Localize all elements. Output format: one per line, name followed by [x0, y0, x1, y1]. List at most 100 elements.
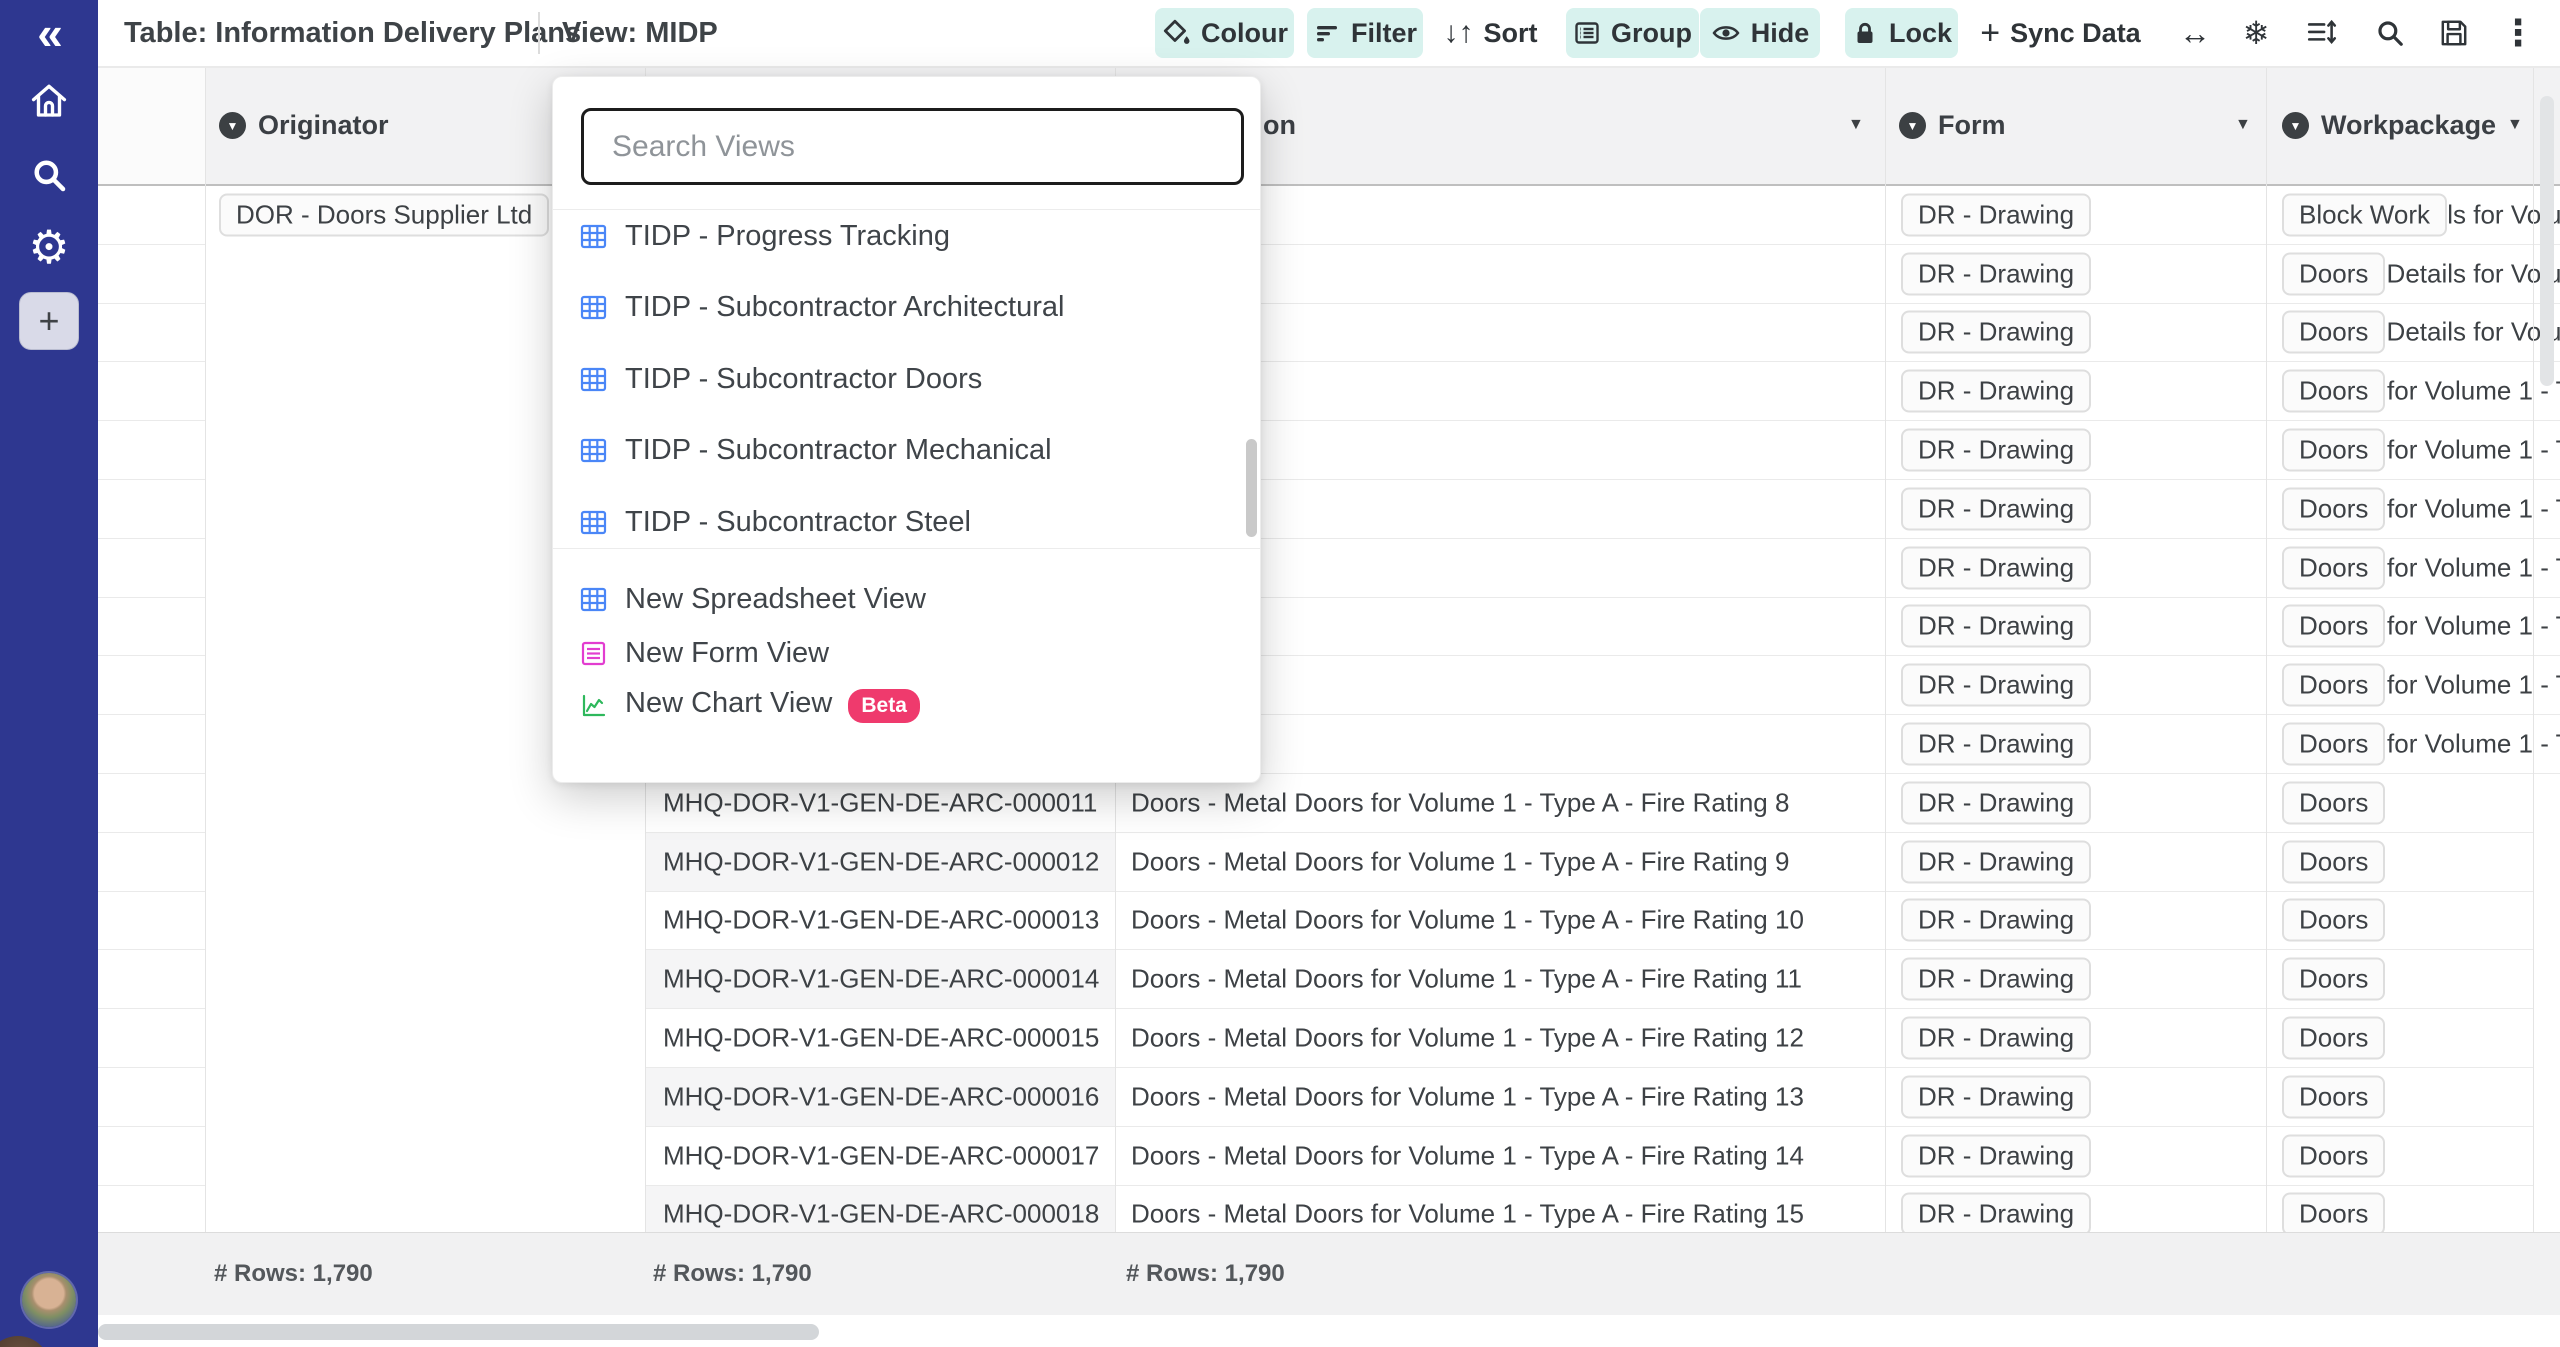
view-list-item[interactable]: TIDP - Subcontractor Architectural	[553, 275, 1247, 341]
form-chip[interactable]: DR - Drawing	[1901, 1075, 2091, 1118]
workpackage-cell[interactable]: Doors	[2266, 539, 2533, 598]
form-cell[interactable]: DR - Drawing	[1885, 245, 2266, 304]
workpackage-chip[interactable]: Doors	[2282, 487, 2385, 530]
workpackage-chip[interactable]: Block Work	[2282, 193, 2447, 236]
table-row[interactable]: MHQ-DOR-V1-GEN-DE-ARC-000017Doors - Meta…	[98, 1127, 2560, 1186]
row-gutter-cell[interactable]	[98, 304, 205, 363]
column-menu-caret[interactable]: ▼	[2235, 66, 2251, 184]
document-id-cell[interactable]: MHQ-DOR-V1-GEN-DE-ARC-000016	[645, 1068, 1115, 1127]
new-spreadsheet-view-item[interactable]: New Spreadsheet View	[553, 574, 1247, 624]
new-chart-view-item[interactable]: New Chart ViewBeta	[553, 680, 1247, 730]
form-chip[interactable]: DR - Drawing	[1901, 664, 2091, 707]
form-cell[interactable]: DR - Drawing	[1885, 950, 2266, 1009]
vertical-scrollbar[interactable]	[2540, 96, 2554, 386]
row-height-icon[interactable]	[2300, 8, 2344, 58]
resize-columns-icon[interactable]: ↔	[2173, 8, 2217, 58]
workpackage-chip[interactable]: Doors	[2282, 1075, 2385, 1118]
filter-button[interactable]: Filter	[1307, 8, 1423, 58]
row-gutter-cell[interactable]	[98, 539, 205, 598]
colour-button[interactable]: Colour	[1155, 8, 1294, 58]
form-cell[interactable]: DR - Drawing	[1885, 715, 2266, 774]
form-chip[interactable]: DR - Drawing	[1901, 605, 2091, 648]
form-cell[interactable]: DR - Drawing	[1885, 480, 2266, 539]
form-cell[interactable]: DR - Drawing	[1885, 656, 2266, 715]
workpackage-chip[interactable]: Doors	[2282, 252, 2385, 295]
workpackage-cell[interactable]: Doors	[2266, 1127, 2533, 1186]
form-chip[interactable]: DR - Drawing	[1901, 487, 2091, 530]
form-cell[interactable]: DR - Drawing	[1885, 1186, 2266, 1232]
workpackage-chip[interactable]: Doors	[2282, 311, 2385, 354]
kebab-menu-icon[interactable]: ⋮	[2496, 8, 2540, 58]
workpackage-cell[interactable]: Doors	[2266, 1068, 2533, 1127]
form-chip[interactable]: DR - Drawing	[1901, 546, 2091, 589]
form-chip[interactable]: DR - Drawing	[1901, 429, 2091, 472]
workpackage-cell[interactable]: Doors	[2266, 598, 2533, 657]
table-row[interactable]: MHQ-DOR-V1-GEN-DE-ARC-000015Doors - Meta…	[98, 1009, 2560, 1068]
workpackage-chip[interactable]: Doors	[2282, 546, 2385, 589]
table-row[interactable]: MHQ-DOR-V1-GEN-DE-ARC-000014Doors - Meta…	[98, 950, 2560, 1009]
workpackage-cell[interactable]: Doors	[2266, 421, 2533, 480]
description-cell[interactable]: Doors - Metal Doors for Volume 1 - Type …	[1115, 1127, 1885, 1186]
document-id-cell[interactable]: MHQ-DOR-V1-GEN-DE-ARC-000013	[645, 892, 1115, 951]
row-gutter-cell[interactable]	[98, 480, 205, 539]
add-table-button[interactable]: +	[19, 292, 79, 350]
form-cell[interactable]: DR - Drawing	[1885, 304, 2266, 363]
workpackage-cell[interactable]: Doors	[2266, 774, 2533, 833]
workpackage-chip[interactable]: Doors	[2282, 781, 2385, 824]
workpackage-cell[interactable]: Doors	[2266, 833, 2533, 892]
sync-data-button[interactable]: + Sync Data	[1978, 8, 2143, 58]
row-gutter-cell[interactable]	[98, 362, 205, 421]
form-chip[interactable]: DR - Drawing	[1901, 958, 2091, 1001]
table-row[interactable]: al Doors for Volume 1 - Type A - Fire Ra…	[98, 656, 2560, 715]
description-cell[interactable]: Doors - Metal Doors for Volume 1 - Type …	[1115, 892, 1885, 951]
form-chip[interactable]: DR - Drawing	[1901, 370, 2091, 413]
description-cell[interactable]: Doors - Metal Doors for Volume 1 - Type …	[1115, 1186, 1885, 1232]
row-gutter-cell[interactable]	[98, 1068, 205, 1127]
form-cell[interactable]: DR - Drawing	[1885, 598, 2266, 657]
workpackage-chip[interactable]: Doors	[2282, 723, 2385, 766]
document-id-cell[interactable]: MHQ-DOR-V1-GEN-DE-ARC-000014	[645, 950, 1115, 1009]
view-list-item[interactable]: TIDP - Subcontractor Mechanical	[553, 418, 1247, 484]
search-views-input[interactable]	[581, 108, 1244, 185]
form-cell[interactable]: DR - Drawing	[1885, 421, 2266, 480]
table-row[interactable]: DOR - Doors Supplier Ltdr Typical Detail…	[98, 186, 2560, 245]
search-sidebar-icon[interactable]	[0, 150, 98, 200]
table-row[interactable]: al Doors for Volume 1 - Type A - Fire Ra…	[98, 598, 2560, 657]
save-icon[interactable]	[2432, 8, 2476, 58]
table-title[interactable]: Table: Information Delivery Plans	[124, 0, 581, 66]
form-chip[interactable]: DR - Drawing	[1901, 840, 2091, 883]
originator-cell[interactable]	[205, 1127, 645, 1186]
row-gutter-cell[interactable]	[98, 833, 205, 892]
row-gutter-cell[interactable]	[98, 598, 205, 657]
workpackage-cell[interactable]: Doors	[2266, 1009, 2533, 1068]
workpackage-chip[interactable]: Doors	[2282, 1193, 2385, 1232]
home-icon[interactable]	[0, 76, 98, 126]
form-chip[interactable]: DR - Drawing	[1901, 1134, 2091, 1177]
originator-cell[interactable]	[205, 950, 645, 1009]
row-gutter-cell[interactable]	[98, 1127, 205, 1186]
search-toolbar-icon[interactable]	[2368, 8, 2412, 58]
hide-button[interactable]: Hide	[1700, 8, 1820, 58]
workpackage-cell[interactable]: Doors	[2266, 480, 2533, 539]
form-cell[interactable]: DR - Drawing	[1885, 186, 2266, 245]
form-chip[interactable]: DR - Drawing	[1901, 311, 2091, 354]
workpackage-cell[interactable]: Doors	[2266, 1186, 2533, 1232]
form-chip[interactable]: DR - Drawing	[1901, 899, 2091, 942]
row-gutter-cell[interactable]	[98, 1009, 205, 1068]
horizontal-scrollbar[interactable]	[98, 1324, 819, 1340]
form-cell[interactable]: DR - Drawing	[1885, 1009, 2266, 1068]
row-gutter-cell[interactable]	[98, 715, 205, 774]
row-gutter-cell[interactable]	[98, 892, 205, 951]
new-form-view-item[interactable]: New Form View	[553, 628, 1247, 678]
document-id-cell[interactable]: MHQ-DOR-V1-GEN-DE-ARC-000017	[645, 1127, 1115, 1186]
description-cell[interactable]: Doors - Metal Doors for Volume 1 - Type …	[1115, 833, 1885, 892]
form-cell[interactable]: DR - Drawing	[1885, 892, 2266, 951]
column-header-form[interactable]: ▼ Form	[1899, 66, 2006, 184]
table-row[interactable]: al Doors for Volume 1 - Type A - Fire Ra…	[98, 480, 2560, 539]
column-header-description[interactable]: on	[1263, 66, 1296, 184]
table-row[interactable]: al Doors for Volume 1 - Type A - Fire Ra…	[98, 421, 2560, 480]
collapse-sidebar-icon[interactable]: «	[0, 8, 98, 58]
lock-button[interactable]: Lock	[1845, 8, 1958, 58]
workpackage-cell[interactable]: Doors	[2266, 245, 2533, 304]
table-row[interactable]: r Typical Details for Volume 3DR - Drawi…	[98, 304, 2560, 363]
